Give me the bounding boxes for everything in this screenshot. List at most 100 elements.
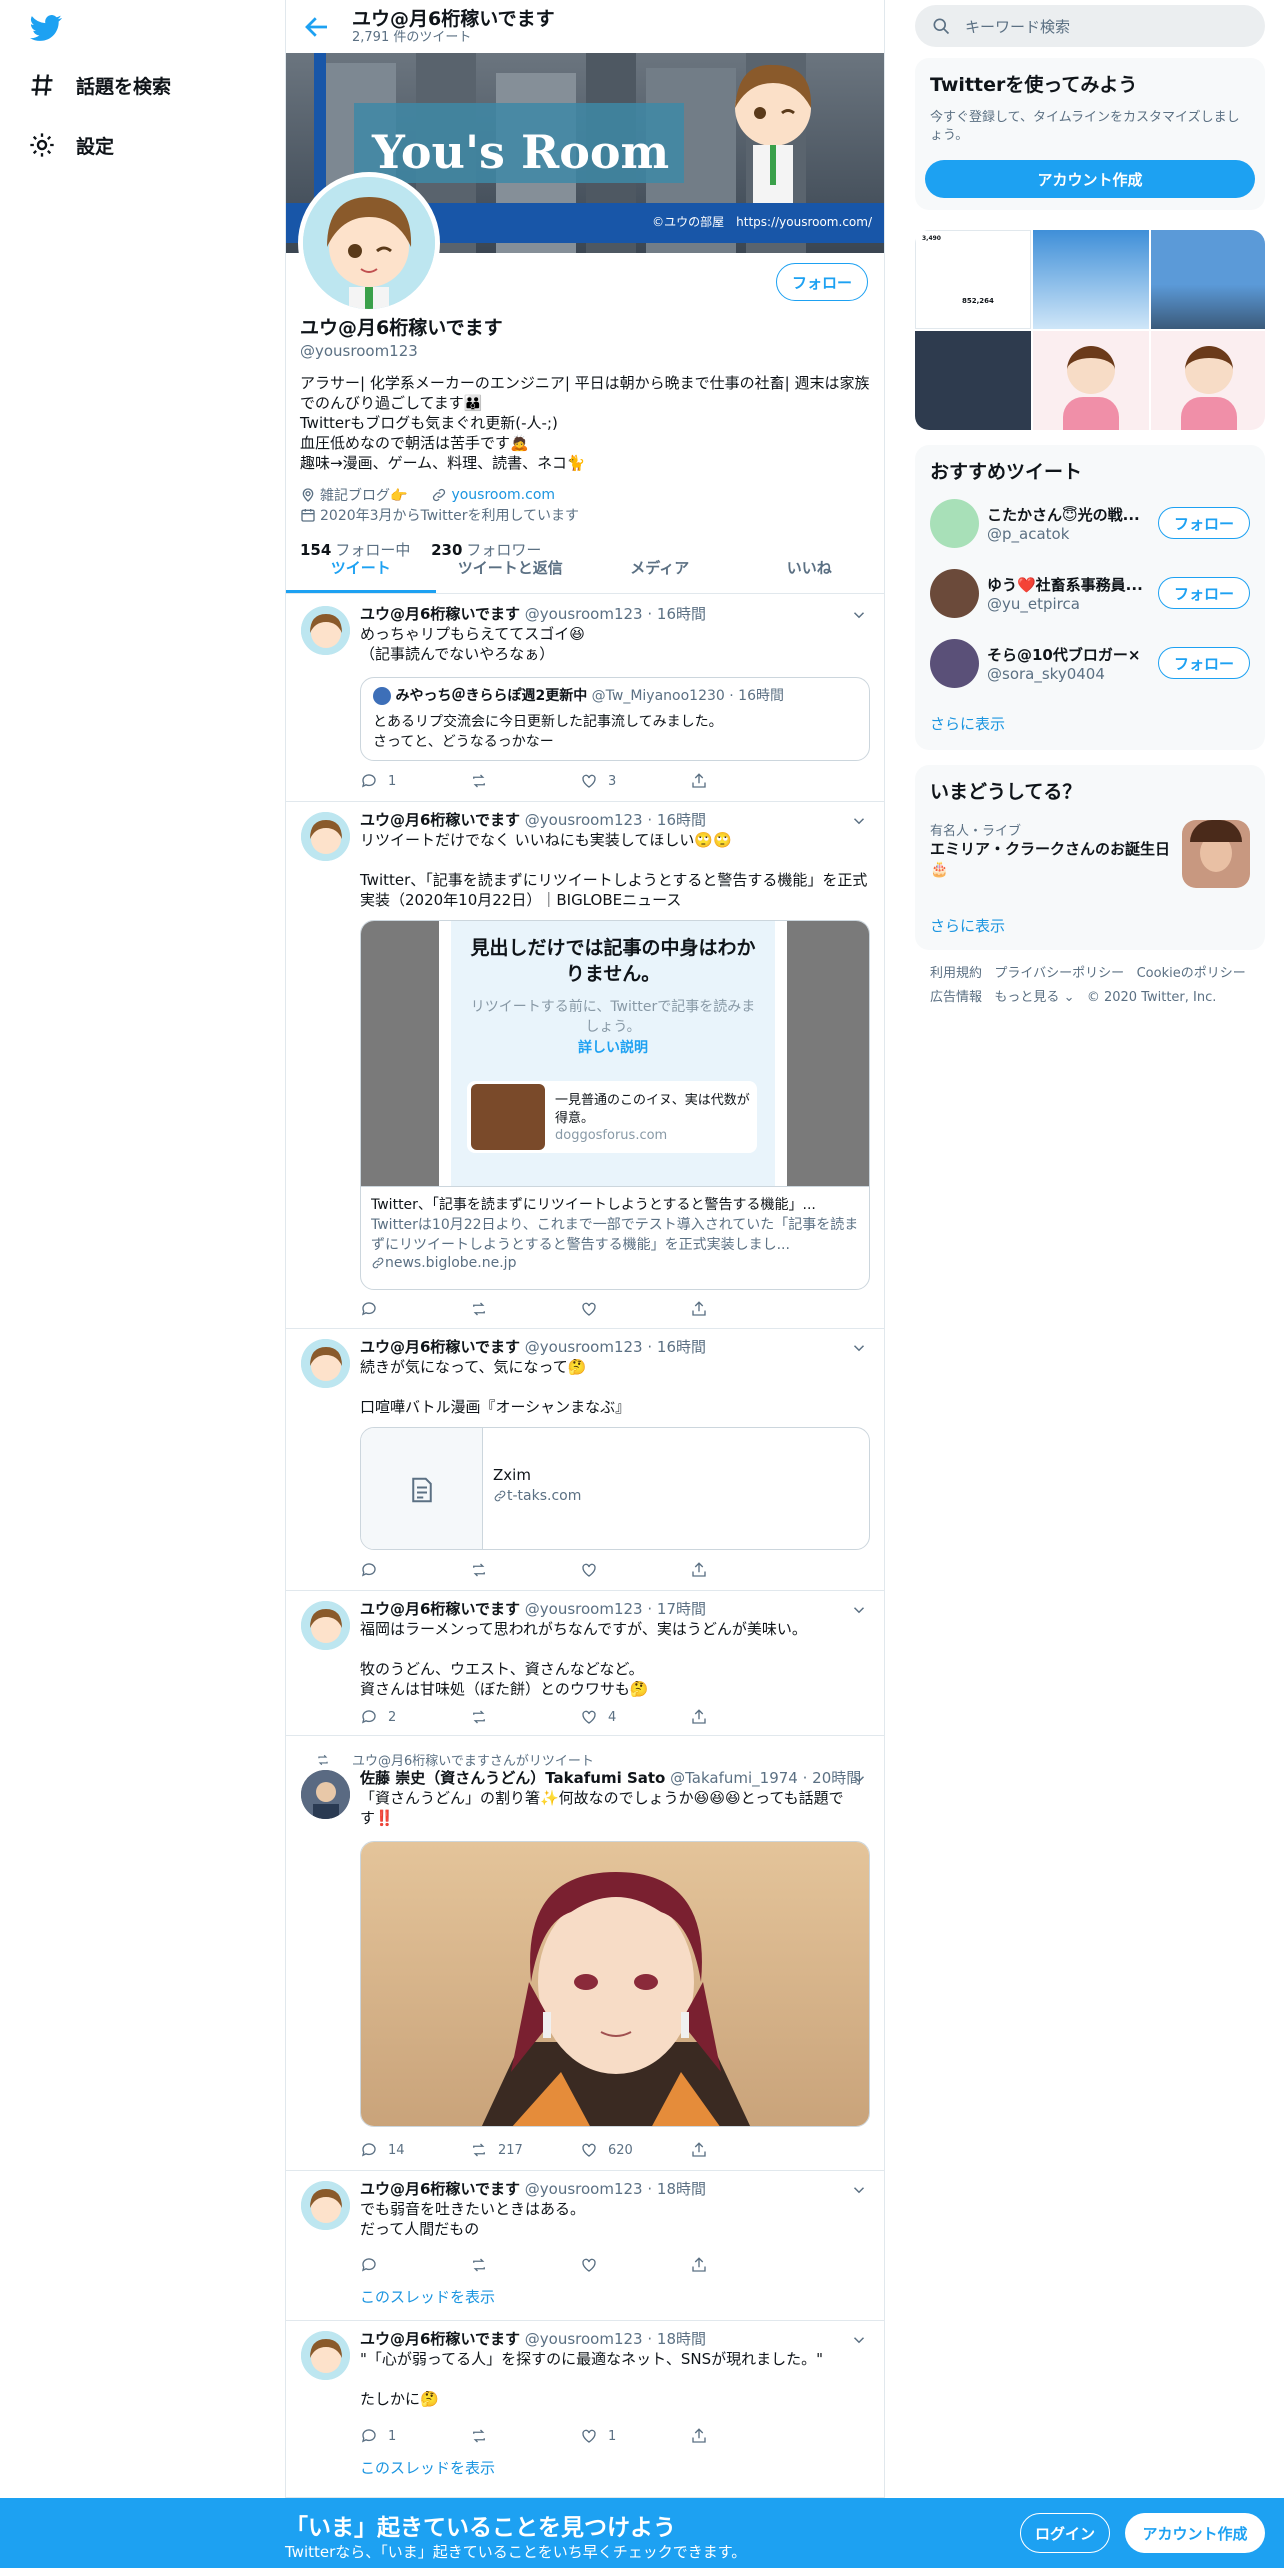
retweet-button[interactable] — [470, 1708, 580, 1726]
reply-button[interactable] — [360, 1300, 470, 1318]
share-button[interactable] — [690, 2427, 800, 2445]
signup-button[interactable]: アカウント作成 — [1125, 2513, 1265, 2553]
footer-link[interactable]: 利用規約 — [930, 966, 982, 981]
chevron-down-icon[interactable] — [850, 606, 868, 624]
media-thumb[interactable] — [1033, 331, 1149, 430]
tab-likes[interactable]: いいね — [735, 541, 885, 593]
like-button[interactable] — [580, 1561, 690, 1579]
tab-tweets[interactable]: ツイート — [286, 541, 436, 593]
back-arrow-icon[interactable] — [302, 12, 332, 42]
tweet[interactable]: ユウ@月6桁稼いでます @yousroom123 · 17時間 福岡はラーメンっ… — [286, 1591, 884, 1736]
tweet-author-name[interactable]: ユウ@月6桁稼いでます — [360, 811, 520, 829]
like-button[interactable] — [580, 2256, 690, 2274]
follow-button[interactable]: フォロー — [776, 263, 868, 301]
retweet-button[interactable] — [470, 2427, 580, 2445]
reply-button[interactable]: 1 — [360, 2427, 470, 2445]
share-button[interactable] — [690, 1300, 800, 1318]
recommended-user[interactable]: ゆう❤️社畜系事務員... @yu_etpirca フォロー — [930, 563, 1250, 623]
tweet-avatar[interactable] — [301, 606, 350, 655]
tweet-author-name[interactable]: 佐藤 崇史（資さんうどん）Takafumi Sato — [360, 1769, 665, 1787]
reply-button[interactable]: 2 — [360, 1708, 470, 1726]
share-button[interactable] — [690, 1561, 800, 1579]
show-thread-link[interactable]: このスレッドを表示 — [360, 2457, 495, 2478]
tweet-avatar[interactable] — [301, 812, 350, 861]
tweet-author-name[interactable]: ユウ@月6桁稼いでます — [360, 2330, 520, 2348]
profile-url[interactable]: yousroom.com — [431, 487, 555, 503]
tweet-avatar[interactable] — [301, 1770, 350, 1819]
retweet-button[interactable] — [470, 1561, 580, 1579]
twitter-bird-icon[interactable] — [30, 12, 62, 44]
tweet-time[interactable]: 18時間 — [657, 2330, 706, 2348]
reply-button[interactable] — [360, 2256, 470, 2274]
tweet-author-name[interactable]: ユウ@月6桁稼いでます — [360, 1600, 520, 1618]
footer-link[interactable]: プライバシーポリシー — [994, 966, 1124, 981]
show-more-link[interactable]: さらに表示 — [930, 915, 1005, 936]
follow-button[interactable]: フォロー — [1158, 577, 1250, 609]
link-card[interactable]: Zxim t-taks.com — [360, 1427, 870, 1550]
link-card[interactable]: 見出しだけでは記事の中身はわかりません。 リツイートする前に、Twitterで記… — [360, 920, 870, 1290]
tweet-avatar[interactable] — [301, 2181, 350, 2230]
like-button[interactable] — [580, 1300, 690, 1318]
media-thumb[interactable] — [1151, 230, 1265, 329]
chevron-down-icon[interactable] — [850, 2331, 868, 2349]
like-button[interactable]: 3 — [580, 772, 690, 790]
tweet-media-image[interactable] — [360, 1841, 870, 2127]
profile-avatar[interactable] — [298, 172, 440, 314]
share-button[interactable] — [690, 2141, 800, 2159]
show-more-link[interactable]: さらに表示 — [930, 713, 1005, 734]
retweeted-by[interactable]: ユウ@月6桁稼いでますさんがリツイート — [352, 1750, 594, 1769]
tweet-author-name[interactable]: ユウ@月6桁稼いでます — [360, 2180, 520, 2198]
tweet-time[interactable]: 17時間 — [657, 1600, 706, 1618]
footer-link[interactable]: Cookieのポリシー — [1137, 966, 1246, 981]
show-thread-link[interactable]: このスレッドを表示 — [360, 2286, 495, 2307]
tweet-time[interactable]: 16時間 — [657, 811, 706, 829]
tab-media[interactable]: メディア — [585, 541, 735, 593]
trend-item[interactable]: 有名人・ライブ エミリア・クラークさんのお誕生日🎂 — [930, 820, 1250, 900]
explore-link[interactable]: 話題を検索 — [28, 60, 171, 110]
share-button[interactable] — [690, 1708, 800, 1726]
quote-tweet[interactable]: みやっち＠きららぽ週2更新中 @Tw_Miyanoo1230 · 16時間 とあ… — [360, 677, 870, 761]
media-thumb[interactable] — [1151, 331, 1265, 430]
tweet-time[interactable]: 16時間 — [657, 1338, 706, 1356]
reply-button[interactable] — [360, 1561, 470, 1579]
follow-button[interactable]: フォロー — [1158, 507, 1250, 539]
search-bar[interactable]: キーワード検索 — [915, 5, 1265, 47]
share-button[interactable] — [690, 772, 800, 790]
tweet-author-name[interactable]: ユウ@月6桁稼いでます — [360, 605, 520, 623]
footer-link[interactable]: 広告情報 — [930, 990, 982, 1005]
media-thumb[interactable] — [915, 331, 1031, 430]
tweet-avatar[interactable] — [301, 2331, 350, 2380]
chevron-down-icon[interactable] — [850, 1339, 868, 1357]
search-input[interactable]: キーワード検索 — [965, 16, 1070, 37]
follow-button[interactable]: フォロー — [1158, 647, 1250, 679]
retweet-button[interactable] — [470, 1300, 580, 1318]
reply-button[interactable]: 14 — [360, 2141, 470, 2159]
tweet[interactable]: ユウ@月6桁稼いでます @yousroom123 · 18時間 "「心が弱ってる… — [286, 2321, 884, 2498]
reply-button[interactable]: 1 — [360, 772, 470, 790]
tweet[interactable]: ユウ@月6桁稼いでます @yousroom123 · 16時間 続きが気になって… — [286, 1329, 884, 1591]
tweet[interactable]: ユウ@月6桁稼いでます @yousroom123 · 18時間 でも弱音を吐きた… — [286, 2171, 884, 2321]
tweet[interactable]: ユウ@月6桁稼いでますさんがリツイート 佐藤 崇史（資さんうどん）Takafum… — [286, 1736, 884, 2171]
tweet-time[interactable]: 18時間 — [657, 2180, 706, 2198]
recommended-user[interactable]: こたかさん😇光の戦... @p_acatok フォロー — [930, 493, 1250, 553]
tweet-avatar[interactable] — [301, 1339, 350, 1388]
like-button[interactable]: 1 — [580, 2427, 690, 2445]
like-button[interactable]: 4 — [580, 1708, 690, 1726]
chevron-down-icon[interactable] — [850, 2181, 868, 2199]
media-thumb[interactable]: 3,490 852,264 — [915, 230, 1031, 329]
chevron-down-icon[interactable] — [850, 812, 868, 830]
retweet-button[interactable] — [470, 772, 580, 790]
footer-link[interactable]: もっと見る — [994, 990, 1059, 1005]
settings-link[interactable]: 設定 — [28, 120, 114, 170]
tweet-author-name[interactable]: ユウ@月6桁稼いでます — [360, 1338, 520, 1356]
chevron-down-icon[interactable] — [850, 1601, 868, 1619]
tab-tweets-replies[interactable]: ツイートと返信 — [436, 541, 586, 593]
retweet-button[interactable]: 217 — [470, 2141, 580, 2159]
media-thumb[interactable] — [1033, 230, 1149, 329]
create-account-button[interactable]: アカウント作成 — [925, 160, 1255, 198]
login-button[interactable]: ログイン — [1020, 2513, 1110, 2553]
like-button[interactable]: 620 — [580, 2141, 690, 2159]
tweet-avatar[interactable] — [301, 1601, 350, 1650]
recommended-user[interactable]: そら@10代ブロガー×... @sora_sky0404 フォロー — [930, 633, 1250, 693]
tweet[interactable]: ユウ@月6桁稼いでます @yousroom123 · 16時間 リツイートだけで… — [286, 802, 884, 1329]
